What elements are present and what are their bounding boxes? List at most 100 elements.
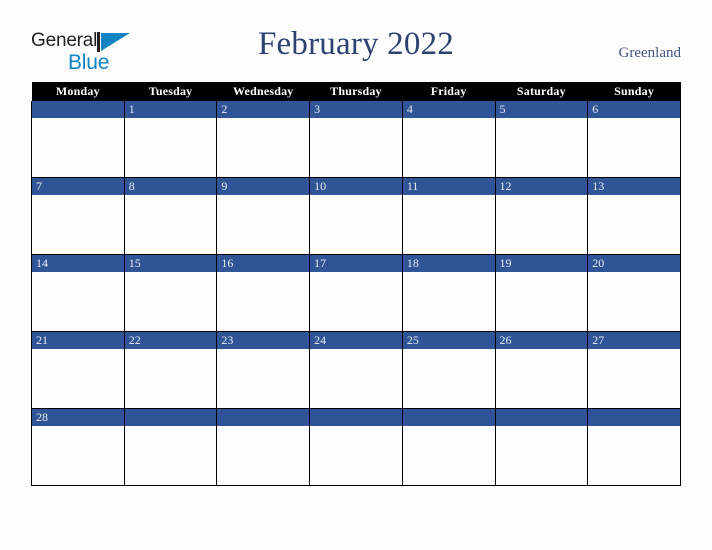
day-cell-inner[interactable]: 11	[402, 178, 495, 254]
day-cell[interactable]: 6	[587, 101, 681, 178]
day-cell-inner[interactable]: 18	[402, 255, 495, 331]
day-number: 27	[588, 332, 680, 349]
day-cell-inner[interactable]	[124, 409, 217, 485]
day-number: 26	[495, 332, 588, 349]
day-number: 5	[495, 101, 588, 118]
weekday-header-tuesday: Tuesday	[124, 82, 217, 101]
day-cell[interactable]: 11	[401, 177, 496, 255]
day-cell[interactable]: 20	[587, 254, 681, 332]
day-cell-inner[interactable]	[32, 101, 124, 177]
day-cell-inner[interactable]: 13	[588, 178, 680, 254]
day-cell-inner[interactable]: 6	[588, 101, 680, 177]
day-cell-inner[interactable]: 26	[495, 332, 588, 408]
day-number: 18	[402, 255, 495, 272]
day-cell[interactable]: 22	[123, 331, 218, 409]
day-cell[interactable]	[31, 101, 125, 178]
day-cell-inner[interactable]: 15	[124, 255, 217, 331]
day-number: 28	[32, 409, 124, 426]
day-cell[interactable]: 26	[494, 331, 589, 409]
day-cell[interactable]: 1	[123, 101, 218, 178]
day-cell[interactable]: 13	[587, 177, 681, 255]
day-cell[interactable]: 19	[494, 254, 589, 332]
calendar-page: General Blue February 2022 Greenland Mon…	[0, 0, 712, 550]
day-cell[interactable]: 25	[401, 331, 496, 409]
day-number: 14	[32, 255, 124, 272]
calendar-week-row: 28	[31, 408, 681, 486]
weekday-header-friday: Friday	[402, 82, 496, 101]
day-cell[interactable]: 21	[31, 331, 125, 409]
day-cell-inner[interactable]: 9	[217, 178, 310, 254]
day-cell[interactable]	[494, 408, 589, 486]
day-cell-inner[interactable]: 16	[217, 255, 310, 331]
day-cell-inner[interactable]: 5	[495, 101, 588, 177]
weekday-header-thursday: Thursday	[309, 82, 403, 101]
day-cell-inner[interactable]: 27	[588, 332, 680, 408]
day-cell-inner[interactable]: 10	[310, 178, 402, 254]
day-cell[interactable]: 23	[216, 331, 311, 409]
day-number	[217, 409, 310, 426]
day-number: 1	[124, 101, 217, 118]
day-cell-inner[interactable]	[217, 409, 310, 485]
day-cell-inner[interactable]: 25	[402, 332, 495, 408]
day-cell[interactable]: 5	[494, 101, 589, 178]
day-cell[interactable]	[216, 408, 311, 486]
day-cell-inner[interactable]: 23	[217, 332, 310, 408]
day-cell[interactable]	[309, 408, 403, 486]
day-cell[interactable]: 9	[216, 177, 311, 255]
calendar-week-row: 1 2 3 4 5 6	[31, 101, 681, 178]
day-cell[interactable]: 10	[309, 177, 403, 255]
weekday-header-monday: Monday	[31, 82, 125, 101]
day-cell[interactable]: 8	[123, 177, 218, 255]
calendar-grid: Monday Tuesday Wednesday Thursday Friday…	[31, 82, 681, 486]
day-cell-inner[interactable]: 8	[124, 178, 217, 254]
day-cell[interactable]: 16	[216, 254, 311, 332]
day-cell-inner[interactable]: 17	[310, 255, 402, 331]
day-number: 12	[495, 178, 588, 195]
day-cell[interactable]: 4	[401, 101, 496, 178]
day-cell[interactable]: 2	[216, 101, 311, 178]
day-cell[interactable]: 18	[401, 254, 496, 332]
page-title: February 2022	[258, 26, 454, 62]
day-cell-inner[interactable]: 14	[32, 255, 124, 331]
day-cell[interactable]: 3	[309, 101, 403, 178]
day-cell-inner[interactable]	[588, 409, 680, 485]
day-cell-inner[interactable]	[402, 409, 495, 485]
country-label: Greenland	[618, 45, 681, 61]
day-cell[interactable]	[587, 408, 681, 486]
day-cell-inner[interactable]: 4	[402, 101, 495, 177]
day-cell-inner[interactable]: 22	[124, 332, 217, 408]
day-cell-inner[interactable]: 7	[32, 178, 124, 254]
day-cell[interactable]	[401, 408, 496, 486]
day-cell[interactable]: 28	[31, 408, 125, 486]
day-number: 21	[32, 332, 124, 349]
day-cell[interactable]: 27	[587, 331, 681, 409]
day-cell[interactable]: 24	[309, 331, 403, 409]
day-cell-inner[interactable]: 24	[310, 332, 402, 408]
day-cell-inner[interactable]: 21	[32, 332, 124, 408]
day-cell[interactable]: 14	[31, 254, 125, 332]
day-cell-inner[interactable]	[495, 409, 588, 485]
day-cell-inner[interactable]: 12	[495, 178, 588, 254]
day-cell-inner[interactable]: 2	[217, 101, 310, 177]
day-cell[interactable]: 17	[309, 254, 403, 332]
calendar-header-row: Monday Tuesday Wednesday Thursday Friday…	[31, 82, 681, 101]
day-number: 11	[402, 178, 495, 195]
day-cell-inner[interactable]: 3	[310, 101, 402, 177]
day-number: 10	[310, 178, 402, 195]
day-number: 2	[217, 101, 310, 118]
day-cell-inner[interactable]	[310, 409, 402, 485]
day-cell-inner[interactable]: 28	[32, 409, 124, 485]
day-cell-inner[interactable]: 1	[124, 101, 217, 177]
day-cell-inner[interactable]: 20	[588, 255, 680, 331]
day-number: 24	[310, 332, 402, 349]
day-number	[588, 409, 680, 426]
day-number: 23	[217, 332, 310, 349]
day-cell[interactable]: 7	[31, 177, 125, 255]
day-cell-inner[interactable]: 19	[495, 255, 588, 331]
day-number: 8	[124, 178, 217, 195]
day-cell[interactable]: 15	[123, 254, 218, 332]
day-cell[interactable]: 12	[494, 177, 589, 255]
weekday-header-sunday: Sunday	[587, 82, 681, 101]
day-cell[interactable]	[123, 408, 218, 486]
weekday-header-saturday: Saturday	[495, 82, 588, 101]
